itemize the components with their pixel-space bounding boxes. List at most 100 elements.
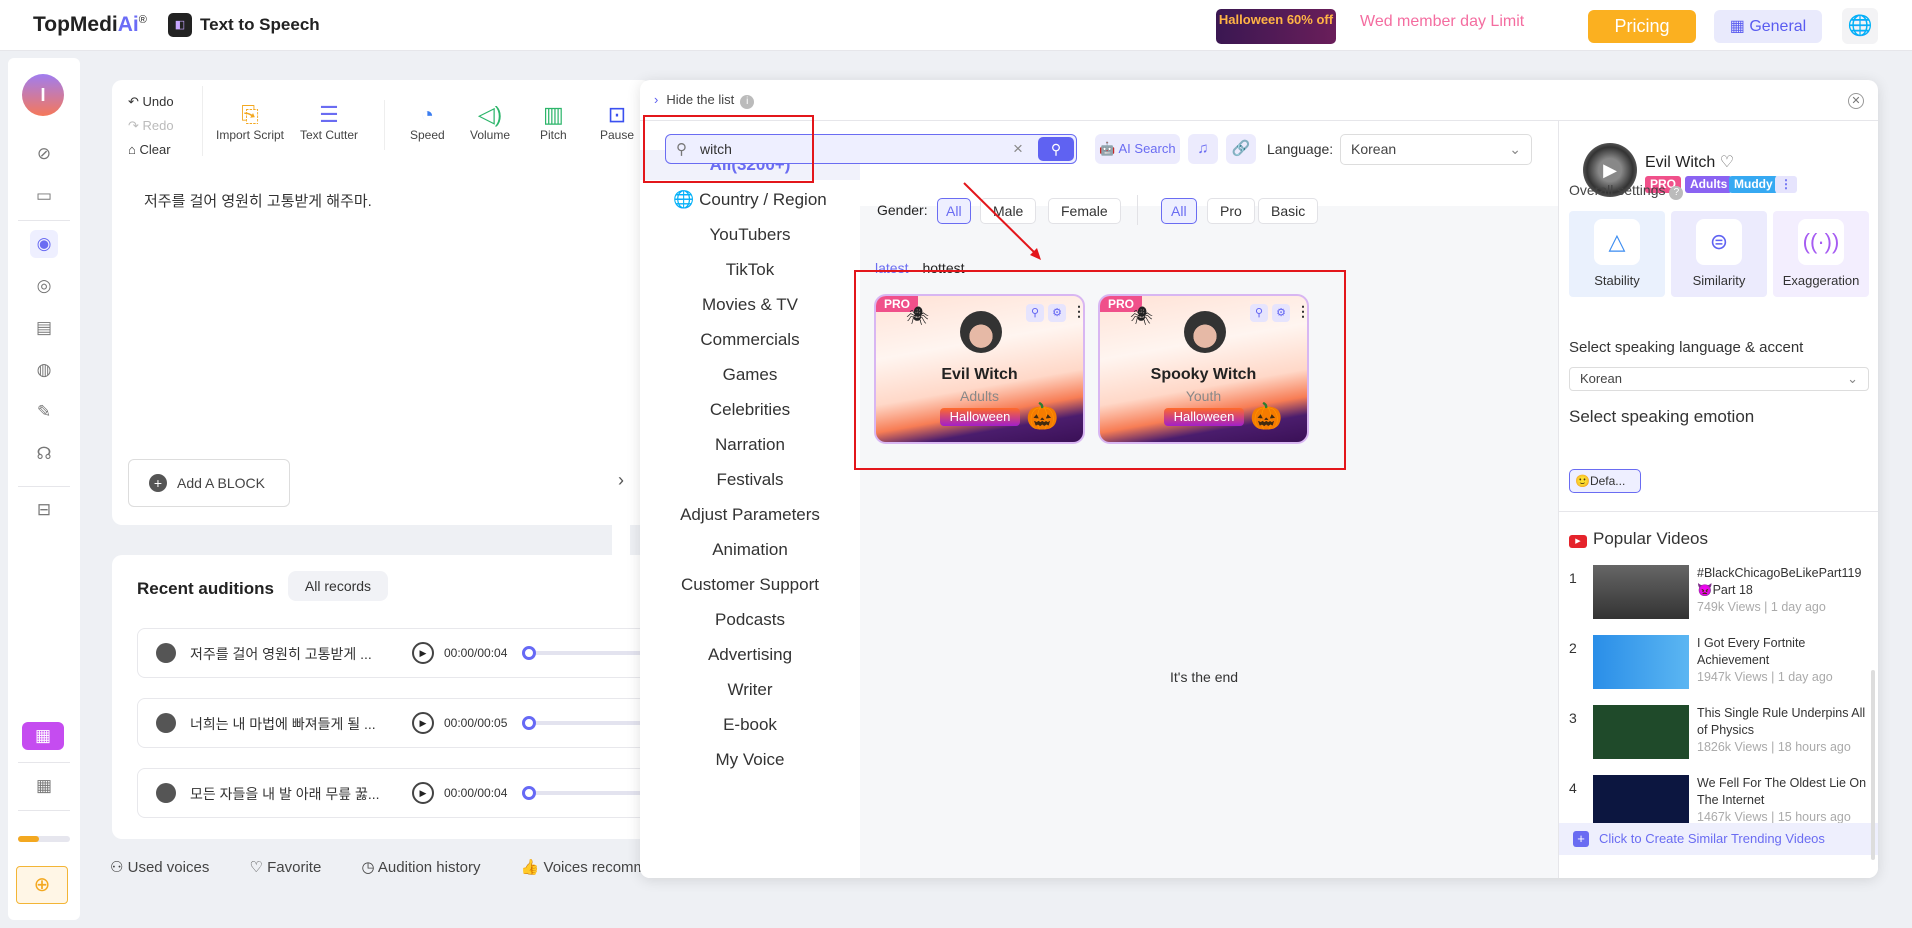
video-item[interactable]: 1 #BlackChicagoBeLikePart119 👿Part 18 749k…: [1569, 565, 1869, 625]
redo-button[interactable]: ↷ Redo: [128, 114, 174, 138]
accent-select[interactable]: Korean ⌄: [1569, 367, 1869, 391]
grid-icon: ▦: [1729, 18, 1750, 35]
voice-changer-icon[interactable]: ◎: [30, 272, 58, 300]
pricing-button[interactable]: Pricing: [1588, 10, 1696, 43]
category-item[interactable]: Commercials: [640, 325, 860, 355]
language-globe-icon[interactable]: 🌐: [1842, 8, 1878, 44]
top-header: TopMediAi® ◧ Text to Speech Halloween 60…: [0, 0, 1912, 51]
general-button[interactable]: ▦ General: [1714, 10, 1822, 43]
category-item[interactable]: Adjust Parameters: [640, 500, 860, 530]
video-thumbnail: [1593, 775, 1689, 829]
category-item[interactable]: Customer Support: [640, 570, 860, 600]
category-item[interactable]: My Voice: [640, 745, 860, 775]
category-item[interactable]: Movies & TV: [640, 290, 860, 320]
volume-button[interactable]: ◁) Volume: [470, 98, 510, 142]
play-icon[interactable]: ▶: [412, 782, 434, 804]
category-item[interactable]: Advertising: [640, 640, 860, 670]
exaggeration-setting[interactable]: ((·)) Exaggeration: [1773, 211, 1869, 297]
used-voices-link[interactable]: ⚇ Used voices: [110, 859, 227, 876]
calendar-icon[interactable]: ▦: [22, 722, 64, 750]
language-accent-label: Select speaking language & accent: [1569, 339, 1804, 356]
overall-settings: Overall settings ?: [1569, 182, 1684, 200]
help-icon: ?: [1669, 186, 1684, 200]
broadcast-icon: ((·)): [1798, 219, 1844, 265]
script-text[interactable]: 저주를 걸어 영원히 고통받게 해주마.: [144, 190, 372, 211]
undo-button[interactable]: ↶ Undo: [128, 90, 174, 114]
podcast-icon[interactable]: ✎: [30, 398, 58, 426]
tts-app-icon: ◧: [168, 13, 192, 37]
all-records-button[interactable]: All records: [288, 571, 388, 601]
text-cutter-button[interactable]: ☰ Text Cutter: [300, 98, 358, 142]
expand-chevron-icon[interactable]: ›: [612, 400, 630, 560]
video-thumbnail: [1593, 705, 1689, 759]
progress-slider[interactable]: [522, 716, 536, 730]
speaker-icon[interactable]: ☊: [30, 440, 58, 468]
voice-avatar: [156, 713, 176, 733]
stability-setting[interactable]: △ Stability: [1569, 211, 1665, 297]
play-icon[interactable]: ▶: [412, 642, 434, 664]
video-thumbnail: [1593, 565, 1689, 619]
emotion-label: Select speaking emotion: [1569, 407, 1755, 426]
similarity-setting[interactable]: ⊜ Similarity: [1671, 211, 1767, 297]
category-item[interactable]: Festivals: [640, 465, 860, 495]
plus-icon: +: [149, 474, 167, 492]
category-item[interactable]: Celebrities: [640, 395, 860, 425]
usage-bar: [18, 836, 70, 842]
speed-button[interactable]: ◔ Speed: [410, 98, 445, 142]
general-label: General: [1749, 18, 1807, 35]
plus-icon: +: [1573, 831, 1589, 847]
youtube-icon: ▶: [1569, 535, 1587, 548]
pause-button[interactable]: ⊡ Pause: [600, 98, 634, 142]
apps-icon[interactable]: ▦: [30, 772, 58, 800]
import-script-button[interactable]: ⎘ Import Script: [216, 98, 284, 142]
close-icon[interactable]: ✕: [1848, 93, 1864, 109]
member-day-banner[interactable]: Wed member day Limit: [1360, 13, 1524, 31]
category-item[interactable]: Podcasts: [640, 605, 860, 635]
audition-row[interactable]: 저주를 걸어 영원히 고통받게 ... ▶ 00:00/00:04: [137, 628, 657, 678]
video-thumbnail: [1593, 635, 1689, 689]
heart-icon[interactable]: ♡: [1720, 154, 1734, 171]
play-icon[interactable]: ▶: [412, 712, 434, 734]
app-title: Text to Speech: [200, 15, 320, 34]
script-editor: ↶ Undo ↷ Redo ⌂ Clear ⎘ Import Script ☰ Te…: [112, 80, 652, 525]
progress-slider[interactable]: [522, 646, 536, 660]
smiley-icon: 🙂: [1575, 474, 1590, 488]
text-to-speech-icon[interactable]: ◉: [30, 230, 58, 258]
voice-detail-panel: ▶ Evil Witch ♡ PRO Adults Muddy ⋮ Overal…: [1558, 121, 1878, 878]
toolbox-icon[interactable]: ⊟: [30, 496, 58, 524]
category-item[interactable]: Narration: [640, 430, 860, 460]
category-item[interactable]: Writer: [640, 675, 860, 705]
more-badges-icon[interactable]: ⋮: [1775, 176, 1797, 193]
progress-slider[interactable]: [522, 786, 536, 800]
language-select[interactable]: Korean ⌄: [1340, 134, 1532, 165]
theme-icon[interactable]: ⊘: [30, 140, 58, 168]
similarity-icon: ⊜: [1696, 219, 1742, 265]
folder-icon[interactable]: ▭: [30, 182, 58, 210]
video-item[interactable]: 3 This Single Rule Underpins All of Physi…: [1569, 705, 1869, 765]
voice-avatar: [156, 643, 176, 663]
pitch-button[interactable]: ▥ Pitch: [540, 98, 567, 142]
audio-icon[interactable]: ▤: [30, 314, 58, 342]
create-trending-videos-button[interactable]: + Click to Create Similar Trending Videos: [1559, 823, 1878, 855]
adults-badge: Adults: [1685, 176, 1733, 193]
brand-logo[interactable]: TopMediAi®: [33, 13, 147, 37]
favorite-link[interactable]: ♡ Favorite: [250, 859, 340, 876]
halloween-promo-banner[interactable]: Halloween 60% off: [1216, 9, 1336, 44]
add-icon[interactable]: ⊕: [16, 866, 68, 904]
user-avatar[interactable]: I: [22, 74, 64, 116]
voice-selector-modal: › Hide the list i ✕ All(3200+) 🌐 Country / …: [640, 80, 1878, 878]
video-item[interactable]: 2I Got Every Fortnite Achievement 1947k V…: [1569, 635, 1869, 695]
category-item[interactable]: E-book: [640, 710, 860, 740]
category-item[interactable]: Games: [640, 360, 860, 390]
category-item[interactable]: Animation: [640, 535, 860, 565]
audition-history-link[interactable]: ◷ Audition history: [361, 859, 498, 876]
recent-auditions-title: Recent auditions: [137, 579, 274, 598]
emotion-default-button[interactable]: 🙂Defa...: [1569, 469, 1641, 493]
audition-row[interactable]: 모든 자들을 내 발 아래 무릎 꿇... ▶ 00:00/00:04: [137, 768, 657, 818]
videos-scrollbar[interactable]: [1871, 670, 1875, 860]
voice-cloning-icon[interactable]: ◍: [30, 356, 58, 384]
audition-row[interactable]: 너희는 내 마법에 빠져들게 될 ... ▶ 00:00/00:05: [137, 698, 657, 748]
clear-button[interactable]: ⌂ Clear: [128, 138, 174, 162]
add-block-button[interactable]: + Add A BLOCK: [128, 459, 290, 507]
end-of-list-text: It's the end: [1170, 669, 1239, 685]
